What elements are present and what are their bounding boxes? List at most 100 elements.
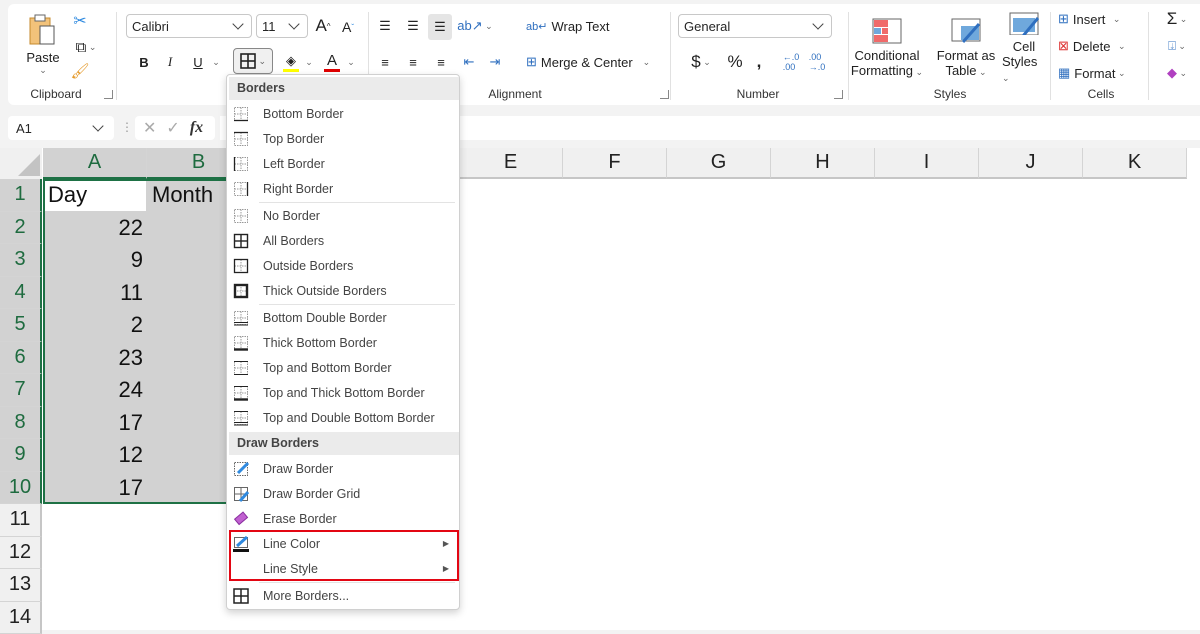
align-left-button[interactable]: ≡ (374, 50, 396, 74)
font-size-select[interactable]: 11 (256, 14, 308, 38)
menu-item-top-and-thick-bottom-border[interactable]: Top and Thick Bottom Border (229, 380, 459, 405)
menu-item-draw-border-grid[interactable]: Draw Border Grid (229, 481, 459, 506)
column-header-e[interactable]: E (459, 148, 563, 179)
row-header-14[interactable]: 14 (0, 602, 42, 634)
cell-a10[interactable]: 17 (43, 472, 143, 505)
bold-button[interactable]: B (134, 50, 154, 74)
insert-function-button[interactable]: fx (190, 119, 203, 137)
cancel-icon[interactable]: ✕ (143, 118, 156, 138)
menu-item-draw-border[interactable]: Draw Border (229, 456, 459, 481)
row-header-10[interactable]: 10 (0, 472, 42, 505)
column-header-h[interactable]: H (771, 148, 875, 179)
menu-item-top-and-double-bottom-border[interactable]: Top and Double Bottom Border (229, 405, 459, 430)
orientation-button[interactable]: ab↗ ⌄ (458, 14, 492, 38)
cell-a3[interactable]: 9 (43, 244, 143, 277)
number-format-select[interactable]: General (678, 14, 832, 38)
fill-color-dropdown[interactable]: ⌄ (304, 50, 314, 74)
font-color-dropdown[interactable]: ⌄ (346, 50, 356, 74)
align-right-button[interactable]: ≡ (430, 50, 452, 74)
currency-button[interactable]: $ ⌄ (684, 50, 718, 74)
clipboard-launcher[interactable] (104, 90, 113, 99)
underline-dropdown[interactable]: ⌄ (210, 50, 222, 74)
bottom-align-button[interactable]: ☰ (428, 14, 452, 40)
wrap-text-button[interactable]: ab↵Wrap Text (526, 14, 612, 38)
name-box[interactable]: A1 (8, 116, 114, 140)
font-color-button[interactable]: A (322, 50, 342, 74)
menu-item-outside-borders[interactable]: Outside Borders (229, 253, 459, 278)
percent-button[interactable]: % (724, 50, 746, 74)
conditional-formatting-button[interactable]: Conditional Formatting ⌄ (850, 12, 924, 84)
cell-a7[interactable]: 24 (43, 374, 143, 407)
italic-button[interactable]: I (160, 50, 180, 74)
cell-a9[interactable]: 12 (43, 439, 143, 472)
column-header-g[interactable]: G (667, 148, 771, 179)
column-header-k[interactable]: K (1083, 148, 1187, 179)
merge-center-button[interactable]: ⊞Merge & Center ⌄ (526, 50, 666, 74)
align-center-button[interactable]: ≡ (402, 50, 424, 74)
menu-item-thick-outside-borders[interactable]: Thick Outside Borders (229, 278, 459, 303)
row-header-2[interactable]: 2 (0, 212, 42, 245)
cell-a5[interactable]: 2 (43, 309, 143, 342)
delete-button[interactable]: ⊠Delete ⌄ (1058, 35, 1142, 57)
row-header-7[interactable]: 7 (0, 374, 42, 407)
row-header-3[interactable]: 3 (0, 244, 42, 277)
comma-button[interactable]: , (750, 50, 768, 74)
cell-a4[interactable]: 11 (43, 277, 143, 310)
format-painter-button[interactable]: 🖌 (70, 60, 90, 82)
row-header-6[interactable]: 6 (0, 342, 42, 375)
menu-item-no-border[interactable]: No Border (229, 203, 459, 228)
fill-button[interactable]: ⍗ ⌄ (1160, 35, 1194, 57)
top-align-button[interactable]: ☰ (374, 14, 396, 38)
shrink-font-button[interactable]: Aˇ (338, 16, 358, 38)
middle-align-button[interactable]: ☰ (402, 14, 424, 38)
row-header-5[interactable]: 5 (0, 309, 42, 342)
formula-bar-grip[interactable]: ⋮ (121, 120, 133, 134)
enter-icon[interactable]: ✓ (166, 118, 179, 138)
font-name-select[interactable]: Calibri (126, 14, 252, 38)
cell-a2[interactable]: 22 (43, 212, 143, 245)
format-as-table-button[interactable]: Format as Table ⌄ (934, 12, 998, 84)
row-header-11[interactable]: 11 (0, 504, 42, 537)
menu-item-all-borders[interactable]: All Borders (229, 228, 459, 253)
menu-item-erase-border[interactable]: Erase Border (229, 506, 459, 531)
menu-item-right-border[interactable]: Right Border (229, 176, 459, 201)
decrease-indent-button[interactable]: ⇤ (458, 50, 480, 74)
row-header-4[interactable]: 4 (0, 277, 42, 310)
column-header-i[interactable]: I (875, 148, 979, 179)
clear-button[interactable]: ◆ ⌄ (1160, 62, 1194, 84)
menu-item-top-and-bottom-border[interactable]: Top and Bottom Border (229, 355, 459, 380)
column-header-j[interactable]: J (979, 148, 1083, 179)
increase-indent-button[interactable]: ⇥ (484, 50, 506, 74)
menu-item-bottom-border[interactable]: Bottom Border (229, 101, 459, 126)
row-header-1[interactable]: 1 (0, 179, 42, 212)
insert-button[interactable]: ⊞Insert ⌄ (1058, 8, 1142, 30)
increase-decimal-button[interactable]: ←.0.00 (780, 50, 802, 74)
cut-button[interactable]: ✂ (70, 10, 90, 32)
menu-item-more-borders[interactable]: More Borders... (229, 583, 459, 608)
menu-item-bottom-double-border[interactable]: Bottom Double Border (229, 305, 459, 330)
borders-button[interactable]: ⌄ (233, 48, 273, 74)
format-button[interactable]: ▦Format ⌄ (1058, 62, 1142, 84)
row-header-9[interactable]: 9 (0, 439, 42, 472)
cell-a1[interactable]: Day (48, 179, 87, 212)
decrease-decimal-button[interactable]: .00→.0 (806, 50, 828, 74)
autosum-button[interactable]: Σ ⌄ (1160, 8, 1194, 30)
menu-item-thick-bottom-border[interactable]: Thick Bottom Border (229, 330, 459, 355)
cell-a8[interactable]: 17 (43, 407, 143, 440)
menu-item-top-border[interactable]: Top Border (229, 126, 459, 151)
row-header-8[interactable]: 8 (0, 407, 42, 440)
underline-button[interactable]: U (188, 50, 208, 74)
cell-b1[interactable]: Month (152, 179, 213, 212)
cell-styles-button[interactable]: Cell Styles ⌄ (1002, 12, 1046, 84)
select-all-button[interactable] (0, 148, 42, 179)
row-header-12[interactable]: 12 (0, 537, 42, 570)
paste-button[interactable]: Paste ⌄ (22, 10, 64, 80)
row-header-13[interactable]: 13 (0, 569, 42, 602)
column-header-f[interactable]: F (563, 148, 667, 179)
number-launcher[interactable] (834, 90, 843, 99)
alignment-launcher[interactable] (660, 90, 669, 99)
grow-font-button[interactable]: A^ (312, 14, 334, 38)
fill-color-button[interactable]: ◈ (280, 50, 302, 74)
cell-a6[interactable]: 23 (43, 342, 143, 375)
copy-button[interactable]: ⧉ ⌄ (68, 36, 104, 58)
